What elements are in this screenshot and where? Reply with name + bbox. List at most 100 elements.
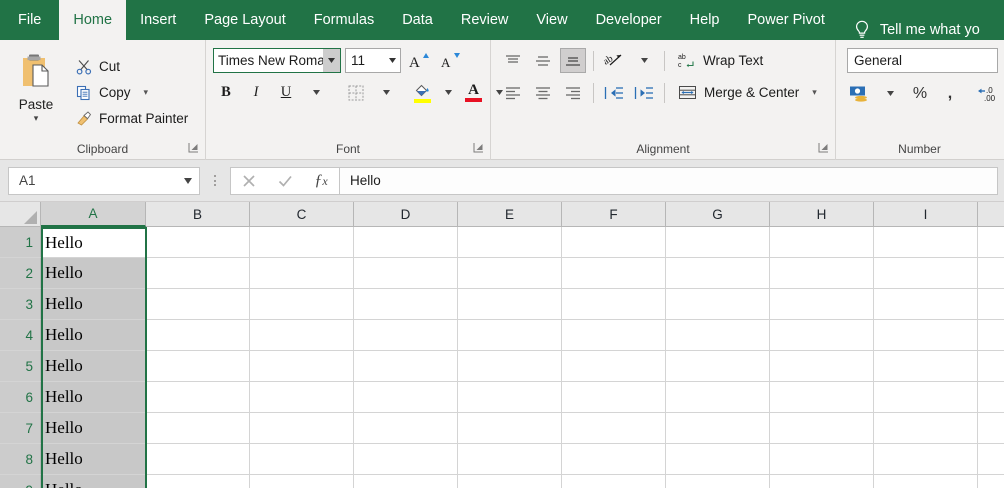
column-header-I[interactable]: I — [874, 202, 978, 227]
wrap-text-button[interactable]: ab c Wrap Text — [672, 48, 769, 74]
ribbon-tab-review[interactable]: Review — [447, 0, 523, 40]
ribbon-tab-developer[interactable]: Developer — [582, 0, 676, 40]
confirm-entry-button[interactable] — [267, 168, 303, 194]
borders-button[interactable] — [343, 80, 369, 105]
cell-G8[interactable] — [666, 444, 770, 475]
cell-J6[interactable] — [978, 382, 1004, 413]
cancel-entry-button[interactable] — [231, 168, 267, 194]
cell-D7[interactable] — [354, 413, 458, 444]
decrease-font-size-button[interactable]: A — [436, 48, 463, 73]
cell-I5[interactable] — [874, 351, 978, 382]
cell-B4[interactable] — [146, 320, 250, 351]
column-header-B[interactable]: B — [146, 202, 250, 227]
ribbon-tab-data[interactable]: Data — [388, 0, 447, 40]
font-color-button[interactable]: A — [465, 80, 482, 105]
cell-A1[interactable]: Hello — [41, 227, 146, 258]
cell-B1[interactable] — [146, 227, 250, 258]
column-header-E[interactable]: E — [458, 202, 562, 227]
bold-button[interactable]: B — [213, 80, 239, 105]
cell-G9[interactable] — [666, 475, 770, 488]
cell-F4[interactable] — [562, 320, 666, 351]
cell-H6[interactable] — [770, 382, 874, 413]
decrease-indent-button[interactable] — [601, 80, 627, 105]
cell-A8[interactable]: Hello — [41, 444, 146, 475]
cell-E7[interactable] — [458, 413, 562, 444]
name-box-dropdown[interactable] — [177, 177, 199, 184]
row-header-2[interactable]: 2 — [0, 258, 41, 289]
cell-I9[interactable] — [874, 475, 978, 488]
formula-input[interactable]: Hello — [340, 166, 998, 195]
ribbon-tab-page-layout[interactable]: Page Layout — [190, 0, 299, 40]
cell-I1[interactable] — [874, 227, 978, 258]
ribbon-tab-formulas[interactable]: Formulas — [300, 0, 388, 40]
cell-J1[interactable] — [978, 227, 1004, 258]
middle-align-button[interactable] — [530, 48, 556, 73]
font-size-input[interactable]: 11 — [345, 48, 401, 73]
decrease-decimal-button[interactable]: .0 .00 — [977, 81, 1003, 106]
cell-D4[interactable] — [354, 320, 458, 351]
font-size-dropdown[interactable] — [384, 58, 400, 63]
cell-B6[interactable] — [146, 382, 250, 413]
cell-C2[interactable] — [250, 258, 354, 289]
top-align-button[interactable] — [500, 48, 526, 73]
cut-button[interactable]: Cut — [71, 55, 193, 79]
ribbon-tab-file[interactable]: File — [0, 0, 59, 40]
merge-center-dropdown-caret[interactable]: ▾ — [812, 87, 817, 98]
cell-I3[interactable] — [874, 289, 978, 320]
cell-E9[interactable] — [458, 475, 562, 488]
row-header-3[interactable]: 3 — [0, 289, 41, 320]
ribbon-tab-view[interactable]: View — [522, 0, 581, 40]
name-box[interactable]: A1 — [8, 166, 200, 195]
tell-me-search[interactable]: Tell me what yo — [839, 20, 980, 40]
cell-H1[interactable] — [770, 227, 874, 258]
cell-D6[interactable] — [354, 382, 458, 413]
column-header-J[interactable]: J — [978, 202, 1004, 227]
cell-B3[interactable] — [146, 289, 250, 320]
column-header-H[interactable]: H — [770, 202, 874, 227]
cell-J5[interactable] — [978, 351, 1004, 382]
format-painter-button[interactable]: Format Painter — [71, 107, 193, 131]
cell-A3[interactable]: Hello — [41, 289, 146, 320]
increase-font-size-button[interactable]: A — [405, 48, 432, 73]
cell-F9[interactable] — [562, 475, 666, 488]
select-all-corner[interactable] — [0, 202, 41, 227]
cell-A5[interactable]: Hello — [41, 351, 146, 382]
cell-D1[interactable] — [354, 227, 458, 258]
paste-button[interactable]: Paste ▾ — [5, 47, 67, 138]
column-header-G[interactable]: G — [666, 202, 770, 227]
cell-A9[interactable]: Hello — [41, 475, 146, 488]
cell-E8[interactable] — [458, 444, 562, 475]
accounting-format-button[interactable] — [847, 81, 873, 106]
cell-B7[interactable] — [146, 413, 250, 444]
cell-D8[interactable] — [354, 444, 458, 475]
cell-E6[interactable] — [458, 382, 562, 413]
row-header-6[interactable]: 6 — [0, 382, 41, 413]
cell-E4[interactable] — [458, 320, 562, 351]
row-header-8[interactable]: 8 — [0, 444, 41, 475]
cell-I7[interactable] — [874, 413, 978, 444]
cell-E3[interactable] — [458, 289, 562, 320]
cell-H5[interactable] — [770, 351, 874, 382]
cell-E1[interactable] — [458, 227, 562, 258]
cell-H3[interactable] — [770, 289, 874, 320]
column-header-D[interactable]: D — [354, 202, 458, 227]
align-center-button[interactable] — [530, 80, 556, 105]
ribbon-tab-home[interactable]: Home — [59, 0, 127, 40]
cell-G2[interactable] — [666, 258, 770, 289]
cell-J7[interactable] — [978, 413, 1004, 444]
ribbon-tab-power-pivot[interactable]: Power Pivot — [733, 0, 838, 40]
cell-C5[interactable] — [250, 351, 354, 382]
cell-I8[interactable] — [874, 444, 978, 475]
clipboard-dialog-launcher-icon[interactable] — [188, 142, 199, 153]
cell-C9[interactable] — [250, 475, 354, 488]
cell-B5[interactable] — [146, 351, 250, 382]
cell-C3[interactable] — [250, 289, 354, 320]
insert-function-button[interactable]: ƒx — [303, 168, 339, 194]
cell-I4[interactable] — [874, 320, 978, 351]
copy-dropdown-caret[interactable]: ▾ — [144, 87, 149, 98]
merge-center-button[interactable]: Merge & Center ▾ — [672, 80, 823, 106]
cell-G7[interactable] — [666, 413, 770, 444]
font-name-dropdown[interactable] — [323, 49, 340, 72]
cell-J8[interactable] — [978, 444, 1004, 475]
cell-A7[interactable]: Hello — [41, 413, 146, 444]
